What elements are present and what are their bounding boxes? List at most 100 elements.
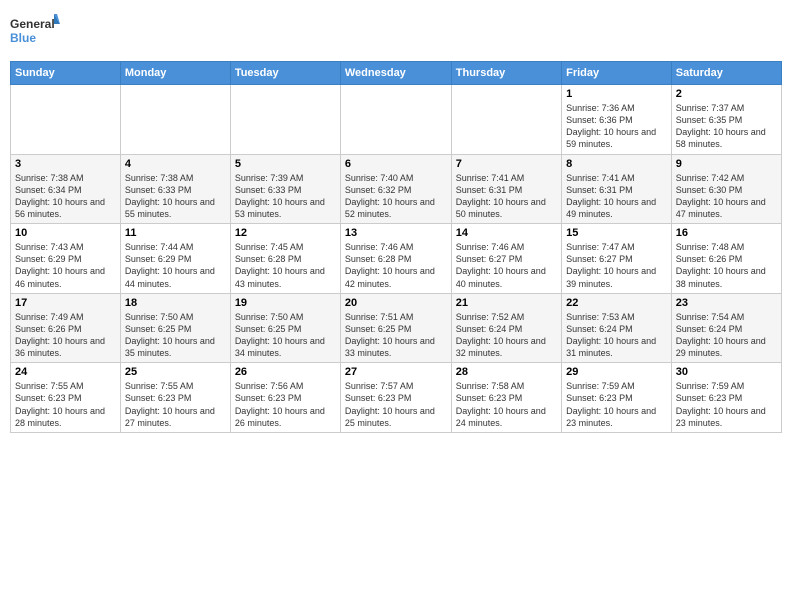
calendar-cell: 11 Sunrise: 7:44 AM Sunset: 6:29 PM Dayli…: [120, 224, 230, 294]
calendar-cell: 4Sunrise: 7:38 AM Sunset: 6:33 PM Daylig…: [120, 154, 230, 224]
weekday-header: Saturday: [671, 62, 781, 85]
weekday-header: Wednesday: [340, 62, 451, 85]
calendar-cell: 23 Sunrise: 7:54 AM Sunset: 6:24 PM Dayli…: [671, 293, 781, 363]
logo: General Blue: [10, 10, 60, 55]
day-number: 18: [125, 297, 226, 309]
calendar-cell: 22 Sunrise: 7:53 AM Sunset: 6:24 PM Dayli…: [562, 293, 672, 363]
svg-text:General: General: [10, 17, 55, 31]
calendar-cell: [451, 85, 561, 155]
day-info: Sunrise: 7:43 AM Sunset: 6:29 PM Dayligh…: [15, 241, 116, 290]
calendar-cell: 30 Sunrise: 7:59 AM Sunset: 6:23 PM Dayli…: [671, 363, 781, 433]
day-info: Sunrise: 7:50 AM Sunset: 6:25 PM Dayligh…: [235, 311, 336, 360]
day-info: Sunrise: 7:52 AM Sunset: 6:24 PM Dayligh…: [456, 311, 557, 360]
day-info: Sunrise: 7:38 AM Sunset: 6:34 PM Dayligh…: [15, 172, 116, 221]
weekday-header: Thursday: [451, 62, 561, 85]
calendar-cell: 18 Sunrise: 7:50 AM Sunset: 6:25 PM Dayli…: [120, 293, 230, 363]
calendar-week-row: 24 Sunrise: 7:55 AM Sunset: 6:23 PM Dayli…: [11, 363, 782, 433]
calendar-cell: [230, 85, 340, 155]
day-info: Sunrise: 7:57 AM Sunset: 6:23 PM Dayligh…: [345, 380, 447, 429]
calendar-cell: 15 Sunrise: 7:47 AM Sunset: 6:27 PM Dayli…: [562, 224, 672, 294]
day-number: 3: [15, 158, 116, 170]
calendar-week-row: 1 Sunrise: 7:36 AM Sunset: 6:36 PM Daylig…: [11, 85, 782, 155]
day-info: Sunrise: 7:47 AM Sunset: 6:27 PM Dayligh…: [566, 241, 667, 290]
calendar-cell: 1 Sunrise: 7:36 AM Sunset: 6:36 PM Daylig…: [562, 85, 672, 155]
calendar-cell: 17Sunrise: 7:49 AM Sunset: 6:26 PM Dayli…: [11, 293, 121, 363]
day-info: Sunrise: 7:42 AM Sunset: 6:30 PM Dayligh…: [676, 172, 777, 221]
day-number: 28: [456, 366, 557, 378]
day-number: 2: [676, 88, 777, 100]
svg-text:Blue: Blue: [10, 31, 36, 45]
calendar-cell: 19Sunrise: 7:50 AM Sunset: 6:25 PM Dayli…: [230, 293, 340, 363]
calendar-cell: 6 Sunrise: 7:40 AM Sunset: 6:32 PM Daylig…: [340, 154, 451, 224]
day-info: Sunrise: 7:40 AM Sunset: 6:32 PM Dayligh…: [345, 172, 447, 221]
day-info: Sunrise: 7:44 AM Sunset: 6:29 PM Dayligh…: [125, 241, 226, 290]
calendar-cell: [340, 85, 451, 155]
day-number: 14: [456, 227, 557, 239]
day-info: Sunrise: 7:58 AM Sunset: 6:23 PM Dayligh…: [456, 380, 557, 429]
day-info: Sunrise: 7:55 AM Sunset: 6:23 PM Dayligh…: [125, 380, 226, 429]
day-info: Sunrise: 7:59 AM Sunset: 6:23 PM Dayligh…: [566, 380, 667, 429]
day-info: Sunrise: 7:50 AM Sunset: 6:25 PM Dayligh…: [125, 311, 226, 360]
calendar-cell: 24 Sunrise: 7:55 AM Sunset: 6:23 PM Dayli…: [11, 363, 121, 433]
day-number: 16: [676, 227, 777, 239]
day-number: 10: [15, 227, 116, 239]
day-number: 30: [676, 366, 777, 378]
day-number: 6: [345, 158, 447, 170]
day-number: 9: [676, 158, 777, 170]
day-number: 25: [125, 366, 226, 378]
calendar-cell: 3 Sunrise: 7:38 AM Sunset: 6:34 PM Daylig…: [11, 154, 121, 224]
day-info: Sunrise: 7:46 AM Sunset: 6:27 PM Dayligh…: [456, 241, 557, 290]
calendar-header-row: SundayMondayTuesdayWednesdayThursdayFrid…: [11, 62, 782, 85]
day-number: 11: [125, 227, 226, 239]
day-number: 8: [566, 158, 667, 170]
day-number: 22: [566, 297, 667, 309]
day-number: 1: [566, 88, 667, 100]
day-info: Sunrise: 7:55 AM Sunset: 6:23 PM Dayligh…: [15, 380, 116, 429]
weekday-header: Monday: [120, 62, 230, 85]
day-info: Sunrise: 7:59 AM Sunset: 6:23 PM Dayligh…: [676, 380, 777, 429]
calendar-cell: 16Sunrise: 7:48 AM Sunset: 6:26 PM Dayli…: [671, 224, 781, 294]
calendar-cell: [120, 85, 230, 155]
day-info: Sunrise: 7:56 AM Sunset: 6:23 PM Dayligh…: [235, 380, 336, 429]
day-number: 29: [566, 366, 667, 378]
day-number: 26: [235, 366, 336, 378]
day-info: Sunrise: 7:37 AM Sunset: 6:35 PM Dayligh…: [676, 102, 777, 151]
day-number: 23: [676, 297, 777, 309]
calendar-cell: 7Sunrise: 7:41 AM Sunset: 6:31 PM Daylig…: [451, 154, 561, 224]
day-number: 20: [345, 297, 447, 309]
day-number: 24: [15, 366, 116, 378]
weekday-header: Tuesday: [230, 62, 340, 85]
day-info: Sunrise: 7:54 AM Sunset: 6:24 PM Dayligh…: [676, 311, 777, 360]
calendar-cell: 29 Sunrise: 7:59 AM Sunset: 6:23 PM Dayli…: [562, 363, 672, 433]
calendar-cell: 2 Sunrise: 7:37 AM Sunset: 6:35 PM Daylig…: [671, 85, 781, 155]
day-info: Sunrise: 7:41 AM Sunset: 6:31 PM Dayligh…: [566, 172, 667, 221]
calendar-cell: 8 Sunrise: 7:41 AM Sunset: 6:31 PM Daylig…: [562, 154, 672, 224]
calendar-cell: 26 Sunrise: 7:56 AM Sunset: 6:23 PM Dayli…: [230, 363, 340, 433]
day-number: 7: [456, 158, 557, 170]
day-number: 5: [235, 158, 336, 170]
calendar-cell: 9 Sunrise: 7:42 AM Sunset: 6:30 PM Daylig…: [671, 154, 781, 224]
day-info: Sunrise: 7:53 AM Sunset: 6:24 PM Dayligh…: [566, 311, 667, 360]
weekday-header: Friday: [562, 62, 672, 85]
weekday-header: Sunday: [11, 62, 121, 85]
day-number: 15: [566, 227, 667, 239]
calendar-cell: 27 Sunrise: 7:57 AM Sunset: 6:23 PM Dayli…: [340, 363, 451, 433]
day-info: Sunrise: 7:45 AM Sunset: 6:28 PM Dayligh…: [235, 241, 336, 290]
calendar-cell: 25 Sunrise: 7:55 AM Sunset: 6:23 PM Dayli…: [120, 363, 230, 433]
page-header: General Blue: [10, 10, 782, 55]
day-number: 4: [125, 158, 226, 170]
calendar-cell: 28 Sunrise: 7:58 AM Sunset: 6:23 PM Dayli…: [451, 363, 561, 433]
day-number: 21: [456, 297, 557, 309]
calendar-cell: 13Sunrise: 7:46 AM Sunset: 6:28 PM Dayli…: [340, 224, 451, 294]
calendar-cell: 10 Sunrise: 7:43 AM Sunset: 6:29 PM Dayli…: [11, 224, 121, 294]
calendar-week-row: 3 Sunrise: 7:38 AM Sunset: 6:34 PM Daylig…: [11, 154, 782, 224]
day-info: Sunrise: 7:36 AM Sunset: 6:36 PM Dayligh…: [566, 102, 667, 151]
day-info: Sunrise: 7:49 AM Sunset: 6:26 PM Dayligh…: [15, 311, 116, 360]
calendar-week-row: 17Sunrise: 7:49 AM Sunset: 6:26 PM Dayli…: [11, 293, 782, 363]
day-info: Sunrise: 7:51 AM Sunset: 6:25 PM Dayligh…: [345, 311, 447, 360]
day-number: 27: [345, 366, 447, 378]
calendar-table: SundayMondayTuesdayWednesdayThursdayFrid…: [10, 61, 782, 433]
calendar-cell: 12 Sunrise: 7:45 AM Sunset: 6:28 PM Dayli…: [230, 224, 340, 294]
day-info: Sunrise: 7:46 AM Sunset: 6:28 PM Dayligh…: [345, 241, 447, 290]
day-number: 12: [235, 227, 336, 239]
